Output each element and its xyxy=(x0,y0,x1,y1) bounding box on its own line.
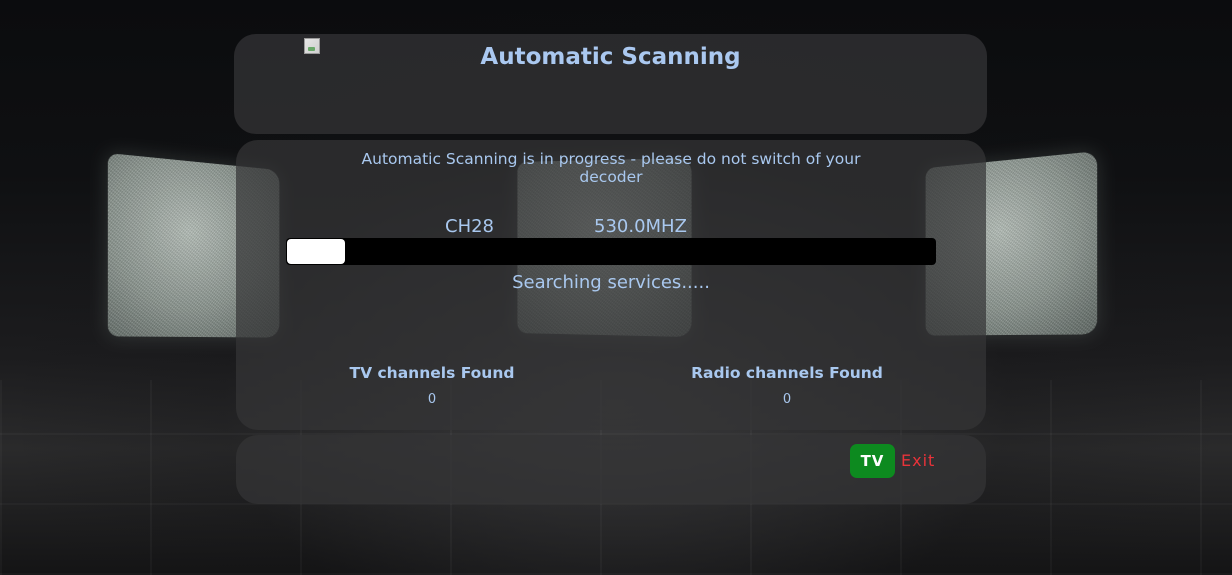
tv-channels-label: TV channels Found xyxy=(349,364,515,382)
channel-label: CH28 xyxy=(445,216,495,237)
scan-notice: Automatic Scanning is in progress - plea… xyxy=(361,150,861,186)
scan-status: Searching services..... xyxy=(512,272,710,293)
frequency-label: 530.0MHZ xyxy=(594,216,687,237)
scan-progress-fill xyxy=(287,239,345,264)
tv-channels-count: 0 xyxy=(427,392,437,407)
radio-channels-label: Radio channels Found xyxy=(691,364,883,382)
header-panel: Automatic Scanning xyxy=(234,34,987,134)
scan-progress-bar xyxy=(286,238,936,265)
tv-button[interactable]: TV xyxy=(850,444,895,478)
scan-panel: Automatic Scanning is in progress - plea… xyxy=(236,140,986,430)
radio-channels-count: 0 xyxy=(782,392,792,407)
exit-button[interactable]: Exit xyxy=(901,451,935,470)
footer-panel: TV Exit xyxy=(236,435,986,504)
page-title: Automatic Scanning xyxy=(480,44,741,70)
